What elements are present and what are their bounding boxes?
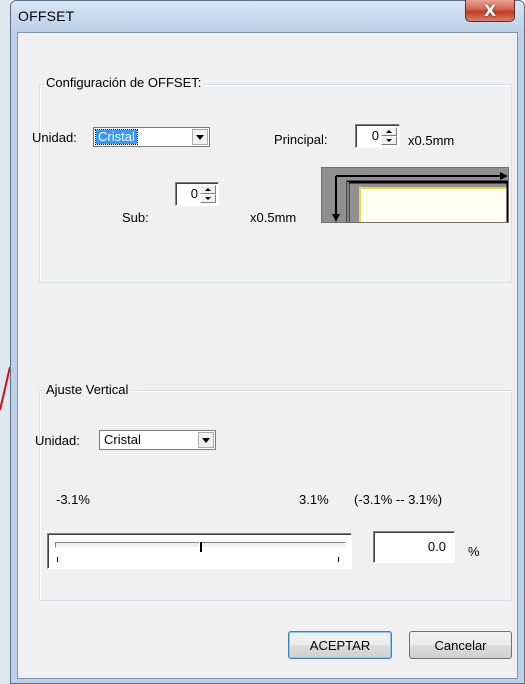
- offset-unit-select[interactable]: Cristal: [93, 127, 210, 147]
- vertical-value: 0.0: [427, 539, 446, 554]
- sub-offset-unit: x0.5mm: [250, 210, 297, 225]
- window-title: OFFSET: [18, 8, 75, 24]
- spin-down-icon[interactable]: [381, 136, 397, 145]
- chevron-down-icon[interactable]: [192, 129, 208, 145]
- slider-tick-min: [57, 557, 58, 562]
- slider-max-label: 3.1%: [299, 492, 329, 507]
- close-icon: X: [483, 0, 497, 20]
- main-offset-unit: x0.5mm: [408, 133, 455, 148]
- offset-direction-icon: [321, 167, 509, 223]
- offset-dialog: OFFSET X Configuración de OFFSET: Unidad…: [10, 0, 525, 684]
- accept-button[interactable]: ACEPTAR: [288, 631, 392, 659]
- vertical-adjust-slider[interactable]: [47, 533, 352, 569]
- vertical-unit-value: Cristal: [104, 432, 141, 447]
- sub-offset-spinner[interactable]: 0: [175, 182, 219, 206]
- spin-down-icon[interactable]: [200, 194, 216, 203]
- main-offset-value: 0: [371, 128, 379, 143]
- main-offset-spinner[interactable]: 0: [355, 124, 400, 148]
- vertical-value-unit: %: [468, 544, 480, 559]
- slider-tick-max: [338, 557, 339, 562]
- sub-offset-label: Sub:: [122, 210, 149, 225]
- vertical-unit-select[interactable]: Cristal: [99, 430, 216, 450]
- cancel-button-label: Cancelar: [434, 637, 487, 653]
- slider-min-label: -3.1%: [56, 492, 90, 507]
- vertical-unit-label: Unidad:: [35, 433, 80, 448]
- vertical-value-field[interactable]: 0.0: [373, 531, 455, 563]
- close-button[interactable]: X: [465, 0, 515, 22]
- accept-button-label: ACEPTAR: [309, 637, 371, 653]
- slider-range-label: (-3.1% -- 3.1%): [354, 492, 443, 507]
- offset-unit-value: Cristal: [95, 129, 138, 145]
- slider-thumb[interactable]: [199, 542, 202, 552]
- sub-offset-value: 0: [190, 186, 198, 201]
- offset-config-group-label: Configuración de OFFSET:: [44, 75, 204, 90]
- main-offset-label: Principal:: [274, 132, 328, 147]
- title-bar[interactable]: OFFSET X: [11, 0, 524, 31]
- dialog-client-area: Configuración de OFFSET: Unidad: Cristal…: [17, 32, 518, 679]
- spin-up-icon[interactable]: [200, 185, 216, 194]
- background-window: [0, 0, 10, 684]
- cancel-button[interactable]: Cancelar: [409, 631, 512, 659]
- chevron-down-icon[interactable]: [198, 432, 214, 448]
- vertical-adjust-group-label: Ajuste Vertical: [44, 382, 131, 397]
- spin-up-icon[interactable]: [381, 127, 397, 136]
- offset-unit-label: Unidad:: [32, 130, 77, 145]
